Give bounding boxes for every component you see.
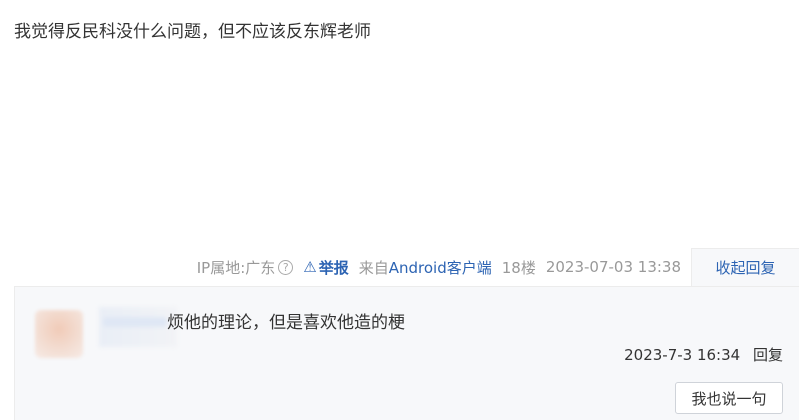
client-prefix: 来自 — [358, 258, 389, 277]
reply-meta: 2023-7-3 16:34 回复 — [624, 344, 783, 365]
post-content: 我觉得反民科没什么问题，但不应该反东辉老师 — [14, 22, 371, 42]
reply-text: 烦他的理论，但是喜欢他造的梗 — [167, 313, 405, 333]
ip-location: IP属地:广东 ? — [197, 257, 294, 278]
avatar[interactable] — [35, 310, 83, 358]
post-meta-bar: IP属地:广东 ? ⚠ 举报 来自 Android客户端 18楼 2023-07… — [0, 248, 799, 286]
report-button[interactable]: ⚠ 举报 — [303, 257, 348, 278]
say-something-button[interactable]: 我也说一句 — [675, 382, 783, 414]
post-timestamp: 2023-07-03 13:38 — [545, 258, 681, 276]
reply-panel: 烦他的理论，但是喜欢他造的梗 2023-7-3 16:34 回复 我也说一句 — [14, 286, 799, 420]
collapse-replies-button[interactable]: 收起回复 — [691, 248, 799, 286]
reply-link[interactable]: 回复 — [753, 346, 783, 364]
client-link[interactable]: Android客户端 — [389, 257, 492, 278]
help-icon[interactable]: ? — [278, 259, 294, 275]
reply-time: 2023-7-3 16:34 — [624, 346, 741, 364]
client-source: 来自 Android客户端 — [359, 257, 492, 278]
username[interactable] — [99, 307, 177, 347]
warning-icon: ⚠ — [303, 258, 317, 276]
report-label: 举报 — [318, 258, 349, 277]
floor-number: 18楼 — [501, 258, 536, 277]
ip-location-text: IP属地:广东 — [196, 258, 276, 277]
